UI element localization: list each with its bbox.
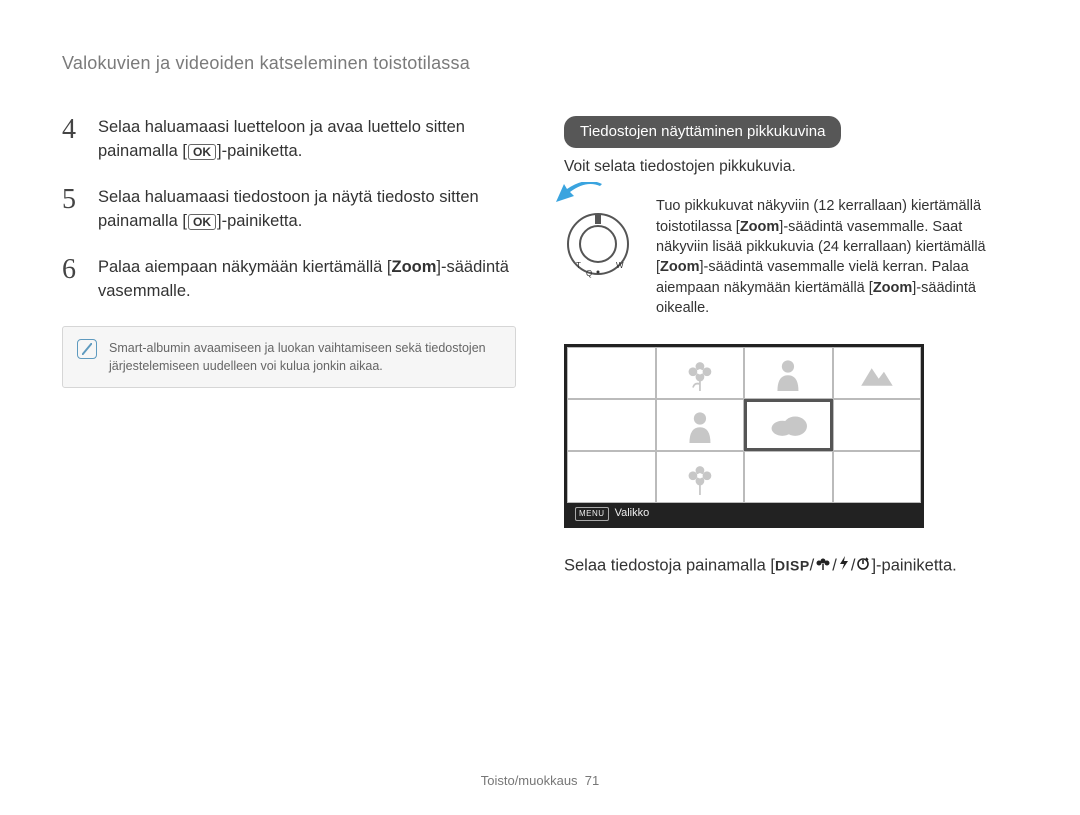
thumbnail-cell — [567, 347, 656, 399]
footer-page-number: 71 — [585, 773, 599, 788]
flash-icon — [838, 554, 850, 578]
timer-icon — [856, 554, 870, 578]
svg-text:Q: Q — [586, 269, 592, 278]
step-number: 6 — [62, 256, 84, 304]
thumbnail-cell — [833, 451, 922, 503]
zoom-dial-icon: T W Q — [564, 210, 632, 278]
thumbnail-cell — [744, 347, 833, 399]
text: Palaa aiempaan näkymään kiertämällä [ — [98, 258, 392, 276]
text: Selaa tiedostoja painamalla [ — [564, 556, 775, 574]
slash: / — [851, 556, 856, 574]
menu-chip: MENU — [575, 507, 609, 521]
thumbnail-cell-selected — [744, 399, 833, 451]
ok-icon: OK — [188, 214, 216, 230]
thumbnail-cell — [744, 451, 833, 503]
thumbnail-cell — [833, 399, 922, 451]
zoom-label: Zoom — [873, 280, 912, 296]
left-column: 4 Selaa haluamaasi luetteloon ja avaa lu… — [62, 116, 516, 578]
text: ]-painiketta. — [217, 142, 302, 160]
step-text: Palaa aiempaan näkymään kiertämällä [Zoo… — [98, 256, 516, 304]
slash: / — [810, 556, 815, 574]
thumbnail-cell — [833, 347, 922, 399]
zoom-label: Zoom — [392, 258, 437, 276]
thumbnail-cell — [567, 399, 656, 451]
arrow-icon — [556, 182, 602, 212]
dial-row: T W Q Tuo pikkukuvat näkyviin (12 kerral… — [564, 196, 1018, 318]
step-text: Selaa haluamaasi luetteloon ja avaa luet… — [98, 116, 516, 164]
footer-section: Toisto/muokkaus — [481, 773, 578, 788]
section-intro: Voit selata tiedostojen pikkukuvia. — [564, 156, 1018, 178]
note-text: Smart-albumin avaamiseen ja luokan vaiht… — [109, 339, 501, 375]
step-5: 5 Selaa haluamaasi tiedostoon ja näytä t… — [62, 186, 516, 234]
page-footer: Toisto/muokkaus 71 — [0, 772, 1080, 791]
step-4: 4 Selaa haluamaasi luetteloon ja avaa lu… — [62, 116, 516, 164]
thumbnail-screen: MENU Valikko — [564, 344, 924, 528]
thumbnail-grid — [567, 347, 921, 503]
step-number: 5 — [62, 186, 84, 234]
svg-text:W: W — [616, 261, 624, 270]
zoom-label: Zoom — [740, 219, 779, 235]
thumbnail-cell — [656, 347, 745, 399]
slash: / — [832, 556, 837, 574]
dial-illustration: T W Q — [564, 196, 636, 284]
thumbnail-cell — [656, 399, 745, 451]
dial-description: Tuo pikkukuvat näkyviin (12 kerrallaan) … — [656, 196, 1018, 318]
thumbnail-cell — [656, 451, 745, 503]
menu-text: Valikko — [615, 506, 650, 522]
screen-menu-bar: MENU Valikko — [567, 503, 921, 525]
section-badge: Tiedostojen näyttäminen pikkukuvina — [564, 116, 841, 148]
svg-text:T: T — [576, 261, 581, 270]
step-text: Selaa haluamaasi tiedostoon ja näytä tie… — [98, 186, 516, 234]
text: ]-painiketta. — [217, 212, 302, 230]
step-6: 6 Palaa aiempaan näkymään kiertämällä [Z… — [62, 256, 516, 304]
right-column: Tiedostojen näyttäminen pikkukuvina Voit… — [564, 116, 1018, 578]
scroll-instruction: Selaa tiedostoja painamalla [DISP///]-pa… — [564, 554, 1018, 578]
disp-icon: DISP — [775, 557, 810, 573]
page-header: Valokuvien ja videoiden katseleminen toi… — [62, 50, 1018, 76]
text: ]-painiketta. — [871, 556, 956, 574]
step-number: 4 — [62, 116, 84, 164]
macro-icon — [815, 554, 831, 578]
thumbnail-cell — [567, 451, 656, 503]
note-box: Smart-albumin avaamiseen ja luokan vaiht… — [62, 326, 516, 388]
zoom-label: Zoom — [660, 259, 699, 275]
note-icon — [77, 339, 97, 359]
ok-icon: OK — [188, 144, 216, 160]
